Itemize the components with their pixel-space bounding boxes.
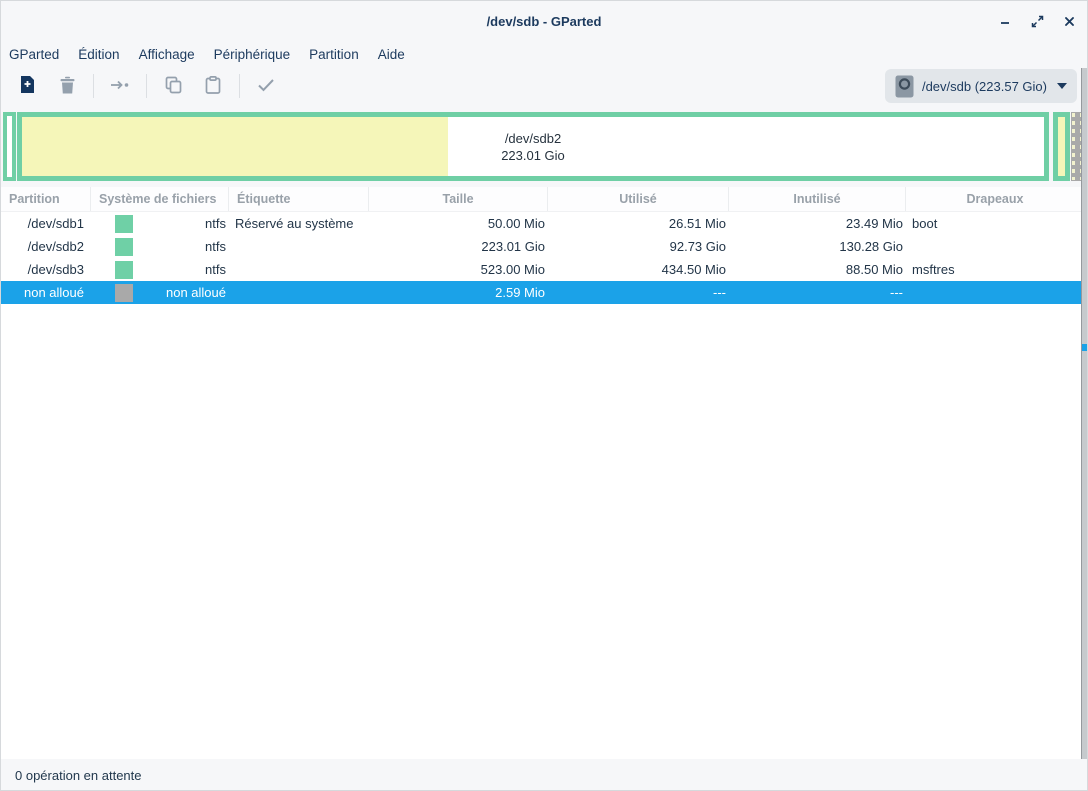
cell-unused: 130.28 Gio [729,235,906,258]
column-header-drapeaux: Drapeaux [906,187,1084,211]
new-partition-button[interactable] [10,71,44,101]
cell-partition: non alloué [1,281,91,304]
menu-item-aide[interactable]: Aide [377,45,406,64]
partition-table: PartitionSystème de fichiersÉtiquetteTai… [1,187,1084,759]
scrollbar[interactable] [1081,68,1087,759]
cell-flags: boot [906,212,1084,235]
cell-size: 523.00 Mio [369,258,548,281]
resize-arrow-icon [110,79,130,94]
table-row[interactable]: /dev/sdb1 ntfsRéservé au système50.00 Mio… [1,212,1084,235]
cell-label [229,235,369,258]
checkmark-icon [257,78,275,95]
diskbar-partition-name: /dev/sdb2 [505,131,561,146]
drive-icon [895,75,914,98]
cell-filesystem: ntfs [91,235,229,258]
column-header-etiquette: Étiquette [229,187,369,211]
cell-used: 26.51 Mio [548,212,729,235]
disk-visual-bar: /dev/sdb2 223.01 Gio [1,112,1088,181]
titlebar: /dev/sdb - GParted [1,1,1087,41]
cell-partition: /dev/sdb1 [1,212,91,235]
toolbar-separator [239,74,240,98]
cell-filesystem: ntfs [91,258,229,281]
paste-partition-button[interactable] [196,71,230,101]
filesystem-name: ntfs [133,262,226,277]
table-row[interactable]: /dev/sdb3 ntfs 523.00 Mio434.50 Mio88.50 M… [1,258,1084,281]
table-row[interactable]: /dev/sdb2 ntfs 223.01 Gio92.73 Gio130.28 G… [1,235,1084,258]
cell-used: 92.73 Gio [548,235,729,258]
table-body: /dev/sdb1ntfsRéservé au système50.00 Mio… [1,212,1084,304]
chevron-down-icon [1057,83,1067,89]
statusbar: 0 opération en attente [1,759,1087,791]
filesystem-name: ntfs [133,239,226,254]
cell-unused: 88.50 Mio [729,258,906,281]
copy-partition-button[interactable] [156,71,190,101]
diskbar-segment-sdb3[interactable] [1053,112,1070,181]
scrollbar-marker [1082,344,1087,351]
diskbar-partition-size: 223.01 Gio [501,148,565,163]
diskbar-segment-label: /dev/sdb2 223.01 Gio [22,117,1044,176]
minimize-icon [999,15,1011,27]
column-header-partition: Partition [1,187,91,211]
new-partition-icon [19,75,36,97]
minimize-button[interactable] [993,9,1017,33]
cell-size: 50.00 Mio [369,212,548,235]
toolbar: /dev/sdb (223.57 Gio) [1,67,1087,105]
diskbar-segment-sdb2[interactable]: /dev/sdb2 223.01 Gio [17,112,1049,181]
apply-operations-button[interactable] [249,71,283,101]
cell-label: Réservé au système [229,212,369,235]
menu-item-gparted[interactable]: GParted [8,45,60,64]
column-header-systeme-de-fichiers: Système de fichiers [91,187,229,211]
cell-label [229,281,369,304]
menubar: GParted Édition Affichage Périphérique Parti… [1,41,1087,67]
close-icon [1064,16,1075,27]
menu-item-edition[interactable]: Édition [77,45,120,64]
selection-hatch [1072,113,1075,180]
delete-partition-button[interactable] [50,71,84,101]
window-controls [993,1,1081,41]
column-header-inutilise: Inutilisé [729,187,906,211]
toolbar-separator [93,74,94,98]
copy-icon [165,76,182,97]
cell-filesystem: non alloué [91,281,229,304]
filesystem-color-swatch [115,284,133,302]
menu-item-affichage[interactable]: Affichage [138,45,196,64]
table-row[interactable]: non allouénon alloué2.59 Mio------ [1,281,1084,304]
cell-size: 2.59 Mio [369,281,548,304]
cell-flags [906,281,1084,304]
window-title: /dev/sdb - GParted [487,14,602,29]
gparted-window: /dev/sdb - GParted GParted Édition Afficha… [0,0,1088,791]
trash-icon [59,76,76,97]
device-selector-value: /dev/sdb (223.57 Gio) [922,79,1047,94]
menu-item-peripherique[interactable]: Périphérique [213,45,292,64]
table-header: PartitionSystème de fichiersÉtiquetteTai… [1,187,1084,212]
restore-button[interactable] [1025,9,1049,33]
paste-icon [205,76,221,97]
cell-unused: 23.49 Mio [729,212,906,235]
column-header-taille: Taille [369,187,548,211]
cell-flags: msftres [906,258,1084,281]
column-header-utilise: Utilisé [548,187,729,211]
cell-used: --- [548,281,729,304]
filesystem-name: non alloué [133,285,226,300]
device-selector[interactable]: /dev/sdb (223.57 Gio) [885,69,1077,103]
toolbar-separator [146,74,147,98]
resize-move-button[interactable] [103,71,137,101]
cell-filesystem: ntfs [91,212,229,235]
close-button[interactable] [1057,9,1081,33]
cell-label [229,258,369,281]
cell-flags [906,235,1084,258]
cell-used: 434.50 Mio [548,258,729,281]
diskbar-segment-sdb1[interactable] [3,112,16,181]
cell-partition: /dev/sdb3 [1,258,91,281]
cell-partition: /dev/sdb2 [1,235,91,258]
cell-size: 223.01 Gio [369,235,548,258]
filesystem-name: ntfs [133,216,226,231]
filesystem-color-swatch [115,261,133,279]
cell-unused: --- [729,281,906,304]
filesystem-color-swatch [115,215,133,233]
filesystem-color-swatch [115,238,133,256]
menu-item-partition[interactable]: Partition [308,45,360,64]
pending-operations-text: 0 opération en attente [15,768,142,783]
restore-icon [1031,15,1044,28]
